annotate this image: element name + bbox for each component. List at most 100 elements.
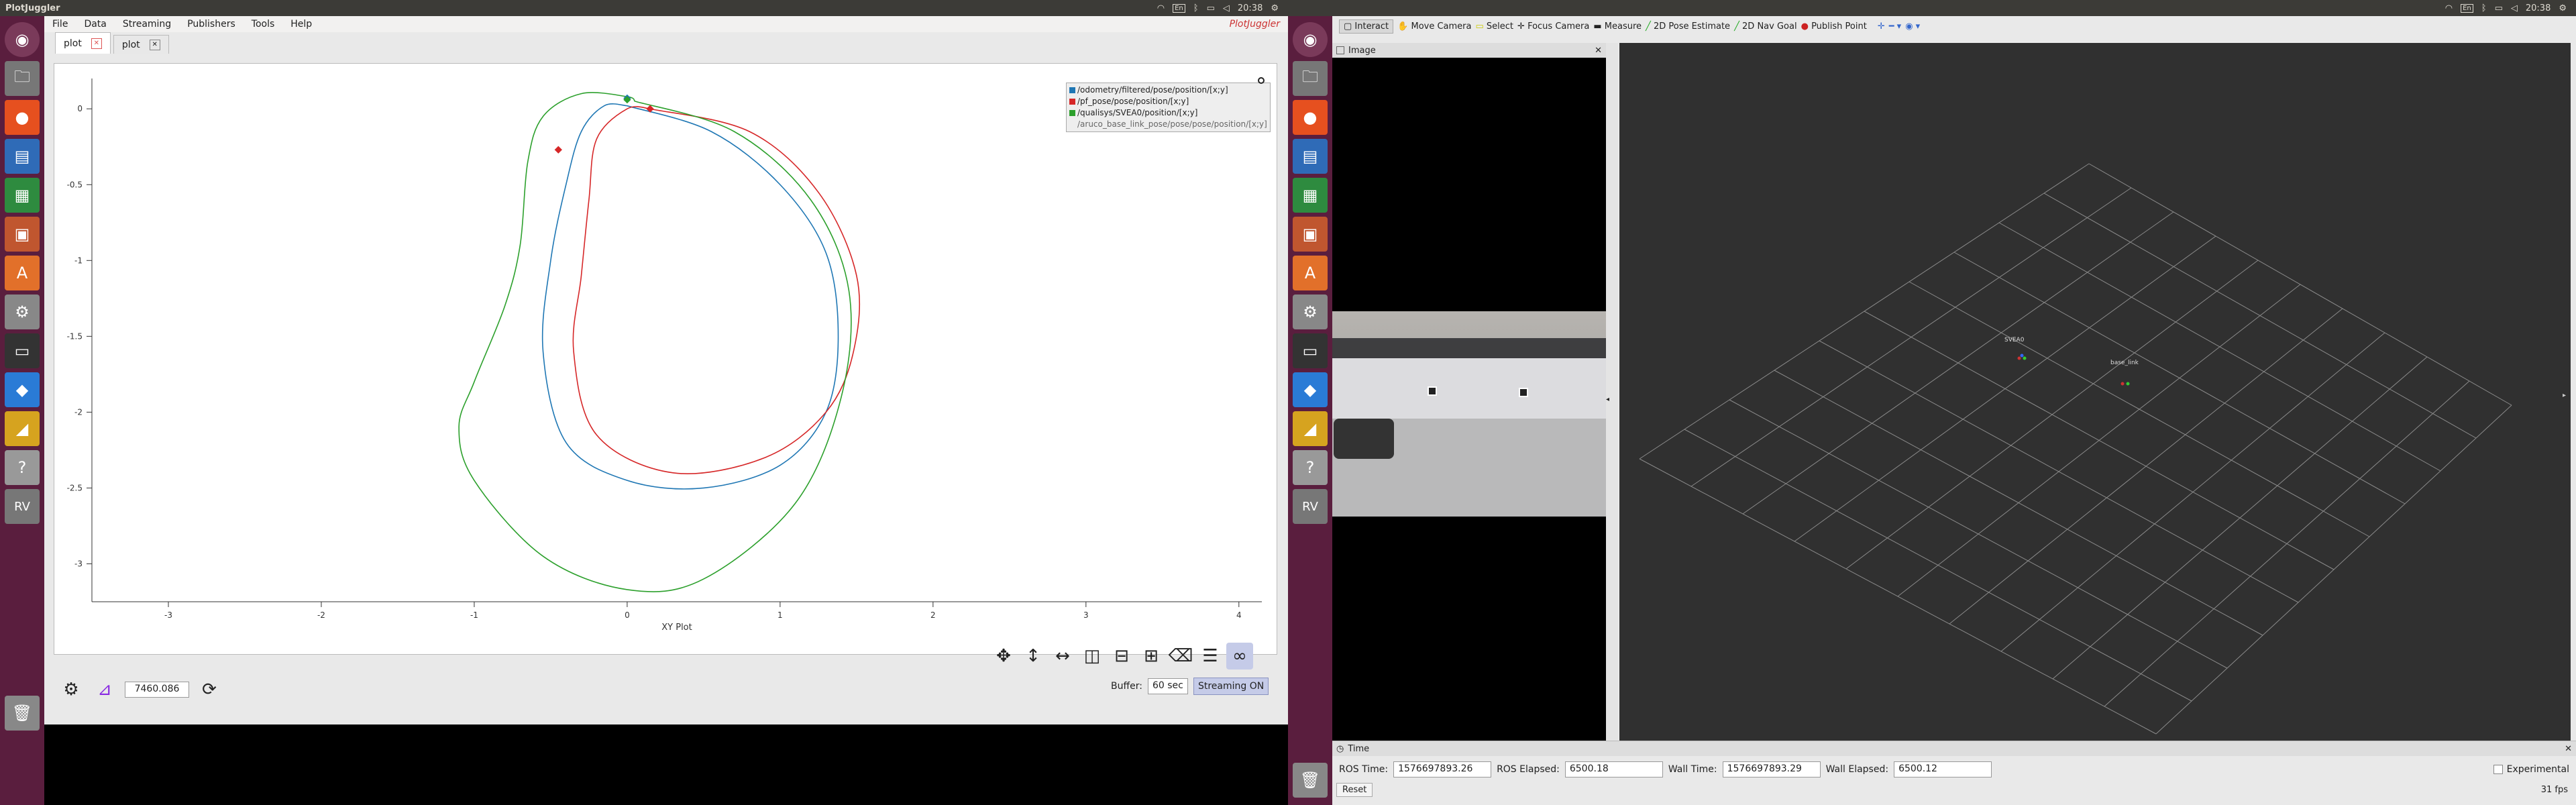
reset-time-icon[interactable]: ⟳: [196, 676, 223, 703]
help-icon[interactable]: ?: [5, 450, 40, 485]
wifi-icon[interactable]: ◠: [2445, 3, 2453, 13]
wifi-icon[interactable]: ◠: [1157, 3, 1165, 13]
trash-icon[interactable]: 🗑: [5, 696, 40, 731]
vscode-icon[interactable]: ◆: [5, 372, 40, 407]
clear-icon[interactable]: ⌫: [1167, 643, 1194, 669]
move-icon[interactable]: ✥: [990, 643, 1017, 669]
bluetooth-icon[interactable]: ᛒ: [2481, 3, 2487, 13]
menu-data[interactable]: Data: [76, 19, 114, 30]
close-icon[interactable]: ✕: [2565, 744, 2576, 754]
view-options-icon[interactable]: ◉ ▾: [1905, 21, 1920, 32]
clock[interactable]: 20:38: [1238, 3, 1263, 13]
battery-icon[interactable]: ▭: [1207, 3, 1215, 13]
keyboard-layout-icon[interactable]: En: [1173, 3, 1185, 13]
select-tool[interactable]: ▭ Select: [1476, 21, 1514, 32]
writer-icon[interactable]: ▤: [5, 139, 40, 174]
keyboard-layout-icon[interactable]: En: [2461, 3, 2473, 13]
legend[interactable]: /odometry/filtered/pose/position/[x;y] /…: [1066, 83, 1271, 132]
dash-icon[interactable]: ◉: [5, 22, 40, 57]
split-horizontal-icon[interactable]: ⊟: [1108, 643, 1135, 669]
time-panel-header[interactable]: ◷ Time ✕: [1332, 741, 2576, 756]
software-center-icon[interactable]: A: [1293, 256, 1328, 290]
plotjuggler-icon[interactable]: ◢: [1293, 411, 1328, 446]
settings-icon[interactable]: ⚙: [1293, 294, 1328, 329]
list-icon[interactable]: ☰: [1197, 643, 1224, 669]
calc-icon[interactable]: ▦: [5, 178, 40, 213]
link-icon[interactable]: ∞: [1226, 643, 1253, 669]
zoom-vertical-icon[interactable]: ↕: [1020, 643, 1046, 669]
files-icon[interactable]: 🗀: [1293, 61, 1328, 96]
plotjuggler-window: File Data Streaming Publishers Tools Hel…: [44, 16, 1288, 724]
writer-icon[interactable]: ▤: [1293, 139, 1328, 174]
rviz-icon[interactable]: RV: [1293, 489, 1328, 524]
volume-icon[interactable]: ◁: [1223, 3, 1230, 13]
publish-point-tool[interactable]: ● Publish Point: [1801, 21, 1867, 32]
legend-toggle-icon[interactable]: [1258, 77, 1265, 84]
focus-camera-tool[interactable]: ✛ Focus Camera: [1517, 21, 1589, 32]
calc-icon[interactable]: ▦: [1293, 178, 1328, 213]
experimental-checkbox[interactable]: Experimental: [2493, 764, 2569, 775]
files-icon[interactable]: 🗀: [5, 61, 40, 96]
gear-icon[interactable]: ⚙: [1271, 3, 1279, 13]
checkbox-icon[interactable]: [2493, 765, 2503, 774]
close-icon[interactable]: ✕: [1595, 46, 1606, 56]
nav-goal-tool[interactable]: ╱ 2D Nav Goal: [1734, 21, 1797, 32]
wall-time-field[interactable]: 1576697893.29: [1722, 761, 1821, 777]
dash-icon[interactable]: ◉: [1293, 22, 1328, 57]
remove-tool-icon[interactable]: ━ ▾: [1889, 21, 1901, 32]
plot-area[interactable]: -3 -2 -1 0 1 2 3 4 0 -0.5 -1 -1.5 -2 -2.5 -3 XY Plot /o…: [54, 63, 1277, 655]
interact-tool[interactable]: ▢ Interact: [1339, 19, 1394, 34]
menu-tools[interactable]: Tools: [244, 19, 283, 30]
pose-estimate-tool[interactable]: ╱ 2D Pose Estimate: [1646, 21, 1730, 32]
trash-icon[interactable]: 🗑: [1293, 763, 1328, 798]
settings-gear-icon[interactable]: ⚙: [58, 676, 85, 703]
close-icon[interactable]: ✕: [149, 39, 160, 50]
battery-icon[interactable]: ▭: [2495, 3, 2503, 13]
tab-plot-2[interactable]: plot ✕: [113, 35, 169, 54]
measure-tool[interactable]: ▬ Measure: [1593, 21, 1642, 32]
time-tracker-input[interactable]: 7460.086: [125, 682, 189, 698]
menu-file[interactable]: File: [44, 19, 76, 30]
menu-streaming[interactable]: Streaming: [115, 19, 179, 30]
terminal-icon[interactable]: ▭: [5, 333, 40, 368]
impress-icon[interactable]: ▣: [1293, 217, 1328, 252]
reset-button[interactable]: Reset: [1336, 783, 1373, 797]
split-vertical-icon[interactable]: ◫: [1079, 643, 1106, 669]
tf-axis-marker: [2017, 356, 2021, 360]
timeline-icon[interactable]: ⊿: [91, 676, 118, 703]
move-camera-tool[interactable]: ✋ Move Camera: [1397, 21, 1471, 32]
tab-plot-1[interactable]: plot ✕: [55, 32, 111, 54]
splitter[interactable]: ◂: [1606, 43, 1618, 755]
system-tray[interactable]: ◠ En ᛒ ▭ ◁ 20:38 ⚙: [1157, 3, 1288, 13]
buffer-spinbox[interactable]: 60 sec: [1147, 678, 1188, 694]
add-tool-icon[interactable]: ✛: [1878, 21, 1885, 32]
right-splitter-handle[interactable]: ▸: [2563, 392, 2566, 399]
plotjuggler-icon[interactable]: ◢: [5, 411, 40, 446]
settings-icon[interactable]: ⚙: [5, 294, 40, 329]
xy-chart[interactable]: -3 -2 -1 0 1 2 3 4 0 -0.5 -1 -1.5 -2 -2.5 -3 XY Plot: [54, 64, 1278, 655]
vscode-icon[interactable]: ◆: [1293, 372, 1328, 407]
rviz-icon[interactable]: RV: [5, 489, 40, 524]
zoom-horizontal-icon[interactable]: ↔: [1049, 643, 1076, 669]
firefox-icon[interactable]: ●: [5, 100, 40, 135]
ros-elapsed-field[interactable]: 6500.18: [1564, 761, 1663, 777]
bluetooth-icon[interactable]: ᛒ: [1193, 3, 1199, 13]
system-tray-right[interactable]: ◠ En ᛒ ▭ ◁ 20:38 ⚙: [2445, 3, 2576, 13]
ros-time-field[interactable]: 1576697893.26: [1393, 761, 1492, 777]
add-plot-icon[interactable]: ⊞: [1138, 643, 1165, 669]
impress-icon[interactable]: ▣: [5, 217, 40, 252]
3d-view[interactable]: SVEA0 base_link ▸: [1619, 43, 2571, 755]
terminal-icon[interactable]: ▭: [1293, 333, 1328, 368]
gear-icon[interactable]: ⚙: [2559, 3, 2567, 13]
streaming-toggle-button[interactable]: Streaming ON: [1193, 678, 1269, 695]
menu-help[interactable]: Help: [282, 19, 320, 30]
close-icon[interactable]: ✕: [91, 38, 102, 49]
volume-icon[interactable]: ◁: [2511, 3, 2518, 13]
help-icon[interactable]: ?: [1293, 450, 1328, 485]
menu-publishers[interactable]: Publishers: [179, 19, 244, 30]
firefox-icon[interactable]: ●: [1293, 100, 1328, 135]
software-center-icon[interactable]: A: [5, 256, 40, 290]
wall-elapsed-field[interactable]: 6500.12: [1894, 761, 1992, 777]
image-panel-header[interactable]: Image ✕: [1332, 43, 1606, 58]
clock[interactable]: 20:38: [2526, 3, 2551, 13]
